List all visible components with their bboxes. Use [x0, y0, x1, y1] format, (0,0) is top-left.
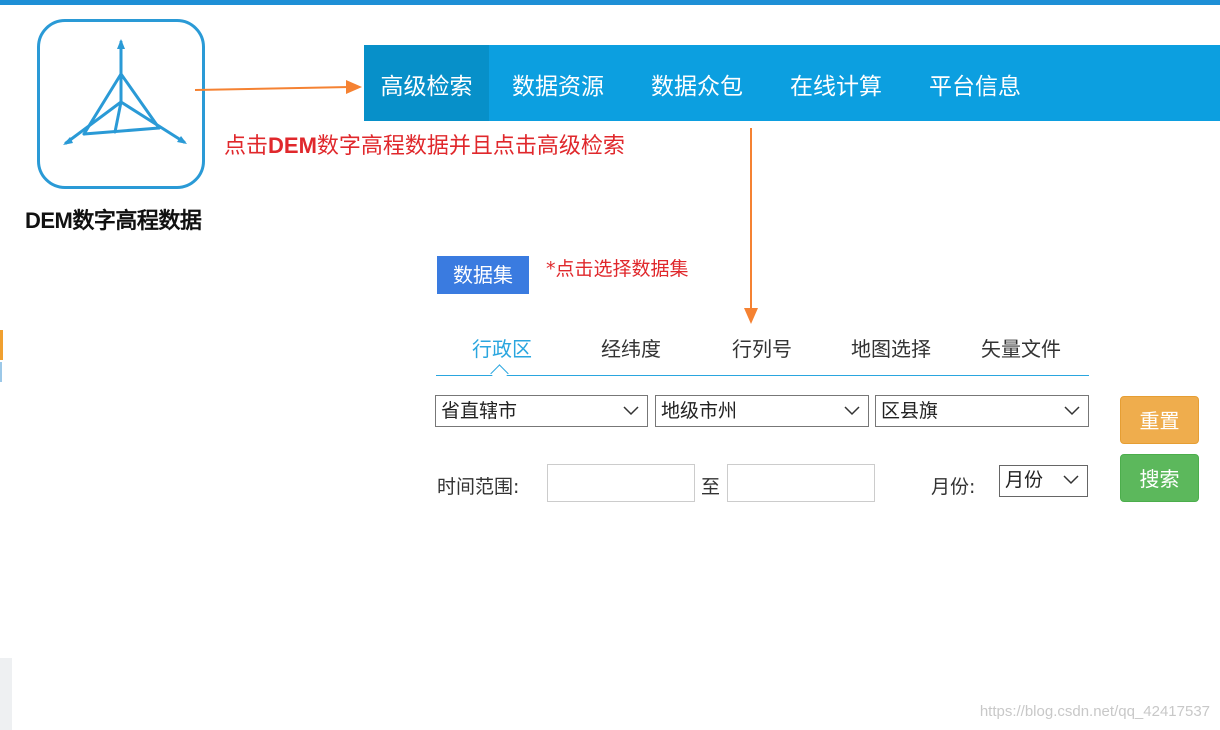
county-select-value: 区县旗	[881, 400, 939, 422]
time-range-separator: 至	[701, 476, 721, 498]
edge-fragment	[0, 362, 2, 382]
chevron-down-icon	[844, 406, 860, 416]
search-button[interactable]: 搜索	[1120, 454, 1199, 502]
time-range-label: 时间范围:	[437, 476, 520, 498]
terrain-axes-icon	[63, 39, 187, 145]
nav-data-resources[interactable]: 数据资源	[500, 45, 616, 121]
annotation-text: 点击	[224, 134, 269, 159]
chevron-down-icon	[1064, 406, 1080, 416]
start-date-input[interactable]	[547, 464, 695, 502]
month-select-value: 月份	[1005, 469, 1044, 491]
dataset-button[interactable]: 数据集	[437, 256, 529, 294]
city-select-value: 地级市州	[661, 400, 738, 422]
county-select[interactable]: 区县旗	[875, 395, 1089, 427]
dataset-hint-annotation: *点击选择数据集	[546, 258, 689, 280]
tab-row-column[interactable]: 行列号	[732, 333, 792, 362]
chevron-down-icon	[1063, 475, 1079, 485]
month-select[interactable]: 月份	[999, 465, 1088, 497]
search-method-tabs: 行政区 经纬度 行列号 地图选择 矢量文件	[436, 325, 1089, 376]
watermark: https://blog.csdn.net/qq_42417537	[979, 703, 1210, 720]
top-border-line	[0, 0, 1220, 5]
tab-vector-file[interactable]: 矢量文件	[981, 333, 1061, 362]
end-date-input[interactable]	[727, 464, 875, 502]
edge-fragment	[0, 330, 3, 360]
dem-data-icon-tile[interactable]	[37, 19, 205, 189]
edge-fragment	[0, 658, 12, 730]
nav-platform-info[interactable]: 平台信息	[917, 45, 1033, 121]
province-select[interactable]: 省直辖市	[435, 395, 648, 427]
nav-advanced-search[interactable]: 高级检索	[364, 45, 489, 121]
tab-administrative-region[interactable]: 行政区	[472, 333, 532, 362]
tab-lat-long[interactable]: 经纬度	[601, 333, 661, 362]
province-select-value: 省直辖市	[441, 400, 518, 422]
annotation-text: 数字高程数据并且点击高级检索	[316, 134, 625, 159]
arrow-to-advanced-search	[194, 80, 362, 94]
nav-online-computing[interactable]: 在线计算	[778, 45, 894, 121]
dem-data-caption[interactable]: DEM数字高程数据	[25, 203, 202, 235]
annotation-text-bold: DEM	[268, 133, 317, 158]
arrow-to-row-column-tab	[744, 128, 758, 324]
top-navigation-bar: 高级检索 数据资源 数据众包 在线计算 平台信息	[364, 45, 1220, 121]
chevron-down-icon	[623, 406, 639, 416]
reset-button[interactable]: 重置	[1120, 396, 1199, 444]
nav-data-crowdsourcing[interactable]: 数据众包	[639, 45, 755, 121]
tab-map-select[interactable]: 地图选择	[851, 333, 931, 362]
month-label: 月份:	[931, 476, 976, 498]
instruction-annotation: 点击DEM数字高程数据并且点击高级检索	[224, 128, 625, 160]
city-select[interactable]: 地级市州	[655, 395, 869, 427]
